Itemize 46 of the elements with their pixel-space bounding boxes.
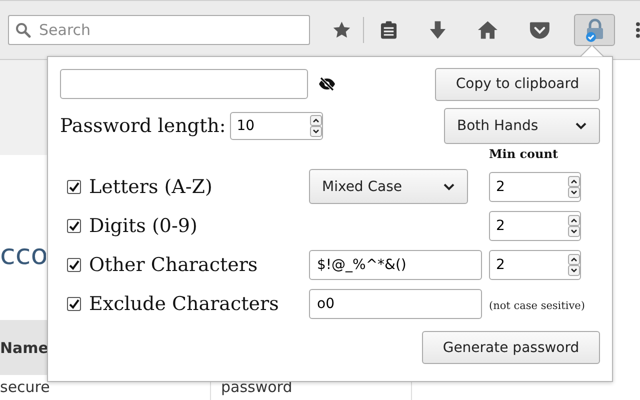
min-count-label: Min count [489, 147, 558, 161]
spinner-down-icon[interactable] [568, 226, 580, 236]
search-icon [15, 22, 31, 38]
eye-slash-icon[interactable] [318, 77, 336, 91]
page-heading: cco [0, 237, 46, 273]
hint-text: (not case sesitive) [489, 300, 585, 312]
spinner-up-icon[interactable] [568, 176, 580, 186]
copy-to-clipboard-button[interactable]: Copy to clipboard [435, 68, 600, 100]
option-label: Letters (A-Z) [89, 176, 212, 198]
min-count-field[interactable]: 2 [489, 250, 581, 280]
option-label: Other Characters [89, 254, 258, 276]
chevron-down-icon [575, 122, 587, 130]
lock-button[interactable] [574, 14, 616, 46]
hands-dropdown[interactable]: Both Hands [444, 108, 600, 144]
spinner-up-icon[interactable] [310, 115, 322, 126]
menu-icon[interactable] [636, 21, 640, 39]
pocket-icon[interactable] [528, 20, 550, 40]
spinner-up-icon[interactable] [568, 214, 580, 226]
min-count-field[interactable]: 2 [489, 172, 581, 202]
option-label: Exclude Characters [89, 292, 279, 314]
spinner-down-icon[interactable] [568, 186, 580, 198]
characters-field[interactable]: $!@_%^*&() [309, 250, 482, 280]
spinner-down-icon[interactable] [568, 264, 580, 276]
lock-icon [584, 18, 606, 42]
checkbox[interactable] [67, 218, 81, 232]
home-icon[interactable] [477, 20, 499, 40]
table-cell-text: secure [0, 377, 51, 398]
checkbox[interactable] [67, 180, 81, 194]
spinner-up-icon[interactable] [568, 254, 580, 264]
star-icon[interactable] [332, 20, 352, 40]
chevron-down-icon [443, 182, 455, 190]
case-dropdown[interactable]: Mixed Case [309, 169, 468, 204]
characters-field[interactable]: o0 [309, 288, 482, 318]
checkbox[interactable] [67, 296, 81, 310]
password-length-label: Password length: [60, 115, 226, 137]
password-field[interactable] [60, 69, 308, 99]
min-count-field[interactable]: 2 [489, 210, 581, 240]
option-label: Digits (0-9) [89, 214, 198, 236]
search-field[interactable]: Search [8, 15, 310, 45]
password-length-field[interactable]: 10 [230, 112, 323, 140]
clipboard-icon[interactable] [380, 20, 398, 40]
column-header: Name [0, 338, 48, 356]
generate-password-button[interactable]: Generate password [422, 331, 600, 364]
spinner-down-icon[interactable] [310, 126, 322, 137]
checkbox[interactable] [67, 258, 81, 272]
download-icon[interactable] [428, 20, 448, 40]
